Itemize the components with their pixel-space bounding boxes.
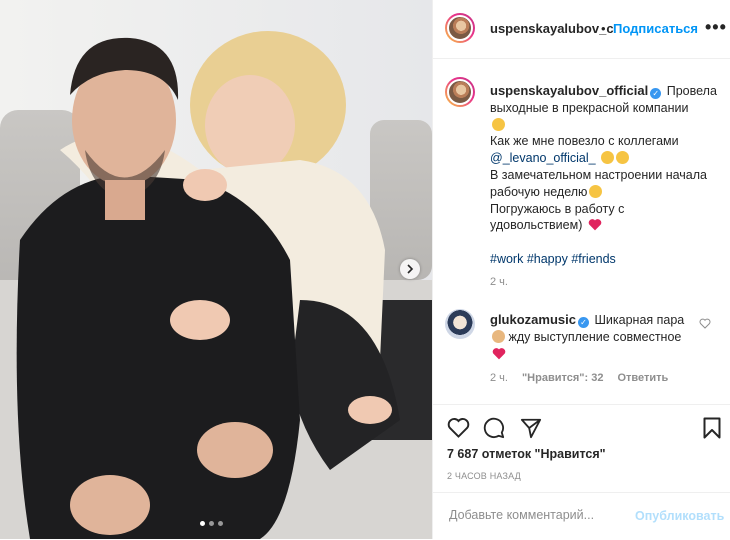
- ok-hand-emoji-icon: [492, 329, 505, 343]
- post-caption: uspenskayalubov_official ✓ Провела выходн…: [490, 83, 722, 268]
- comment-icon[interactable]: [483, 417, 505, 439]
- post-image: [0, 0, 432, 539]
- comment-likes[interactable]: "Нравится": 32: [522, 372, 603, 384]
- likes-count[interactable]: 7 687 отметок "Нравится": [447, 447, 606, 461]
- like-comment-icon[interactable]: [699, 318, 711, 329]
- post-time-ago[interactable]: 2 ЧАСОВ НАЗАД: [447, 471, 521, 481]
- heart-emoji-icon: [492, 347, 506, 359]
- caption-timestamp[interactable]: 2 ч.: [490, 276, 508, 288]
- carousel-indicator: [200, 521, 223, 526]
- share-icon[interactable]: [520, 417, 542, 439]
- grin-emoji-icon: [601, 151, 615, 165]
- reply-button[interactable]: Ответить: [617, 372, 668, 384]
- caption-text: Как же мне повезло с коллегами: [490, 134, 679, 149]
- commenter-avatar[interactable]: [445, 309, 475, 339]
- caption-text: Провела: [666, 84, 717, 98]
- hashtag-link[interactable]: #happy: [527, 252, 568, 266]
- action-bar: [433, 404, 730, 451]
- comment-item: glukozamusic ✓ Шикарная пара жду выступле…: [490, 312, 700, 362]
- carousel-dot: [200, 521, 205, 526]
- caption-text: рабочую неделю: [490, 184, 588, 199]
- post-header: uspenskayalubov_c • Подписаться •••: [433, 0, 730, 59]
- smiling-hug-emoji-icon: [589, 184, 603, 198]
- more-options-icon[interactable]: •••: [705, 18, 727, 36]
- comment-text: жду выступление совместное: [508, 329, 682, 344]
- smiling-hug-emoji-icon: [616, 151, 630, 165]
- author-username[interactable]: uspenskayalubov_c: [490, 21, 614, 36]
- next-photo-button[interactable]: [400, 259, 420, 279]
- publish-button[interactable]: Опубликовать: [635, 509, 724, 523]
- mention-link[interactable]: @_levano_official_: [490, 151, 596, 165]
- hashtag-link[interactable]: #work: [490, 252, 523, 266]
- heart-icon[interactable]: [447, 417, 470, 438]
- post-panel: uspenskayalubov_c • Подписаться ••• uspe…: [432, 0, 730, 539]
- caption-text: Погружаюсь в работу с: [490, 201, 625, 216]
- comment-input[interactable]: [447, 507, 631, 523]
- comment-timestamp[interactable]: 2 ч.: [490, 372, 508, 384]
- bookmark-icon[interactable]: [703, 417, 721, 439]
- hashtag-link[interactable]: #friends: [571, 252, 615, 266]
- smiling-hug-emoji-icon: [492, 117, 505, 131]
- carousel-dot: [209, 521, 214, 526]
- commenter-username[interactable]: glukozamusic: [490, 312, 576, 327]
- verified-icon: ✓: [577, 317, 589, 328]
- caption-text: выходные в прекрасной компании: [490, 100, 689, 115]
- carousel-dot: [218, 521, 223, 526]
- heart-emoji-icon: [588, 219, 602, 231]
- author-avatar[interactable]: [445, 13, 475, 43]
- post-photo[interactable]: [0, 0, 432, 539]
- comment-text: Шикарная пара: [594, 313, 685, 327]
- caption-username[interactable]: uspenskayalubov_official: [490, 83, 648, 98]
- caption-text: В замечательном настроении начала: [490, 167, 707, 182]
- comment-meta: 2 ч. "Нравится": 32 Ответить: [490, 372, 668, 384]
- follow-button[interactable]: Подписаться: [613, 21, 698, 36]
- separator-dot: •: [601, 21, 606, 36]
- verified-icon: ✓: [650, 88, 662, 99]
- add-comment-bar: Опубликовать: [433, 492, 730, 540]
- caption-author-avatar[interactable]: [445, 77, 475, 107]
- caption-text: удовольствием): [490, 218, 583, 233]
- chevron-right-icon: [407, 264, 414, 274]
